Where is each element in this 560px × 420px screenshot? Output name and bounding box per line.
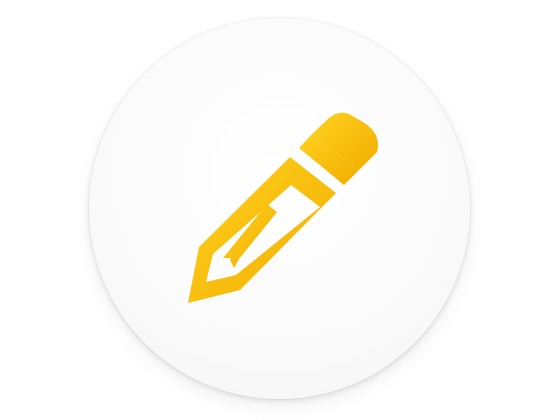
pencil-notch: [223, 258, 231, 266]
pencil-icon: [188, 112, 379, 303]
pencil-icon-wrapper: [0, 0, 560, 420]
app-icon-stage: [0, 0, 560, 420]
